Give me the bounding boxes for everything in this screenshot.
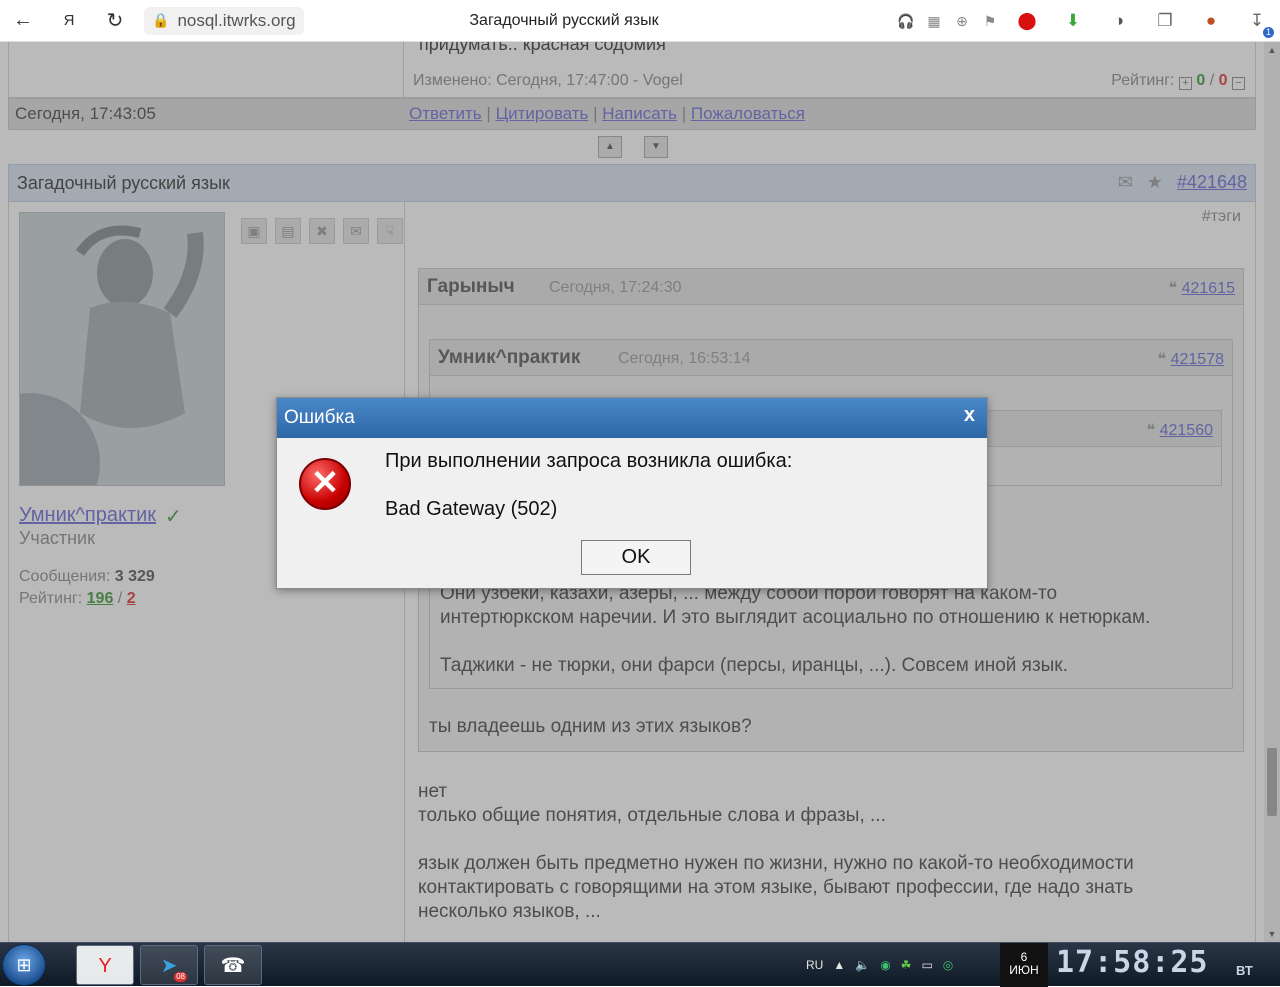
downloads-icon[interactable]: ↧ 1 <box>1234 0 1280 42</box>
zoom-icon[interactable]: ⊕ <box>948 0 976 42</box>
dialog-titlebar: Ошибка x <box>277 398 987 438</box>
security-icon[interactable]: ◉ <box>880 958 890 972</box>
tab-title: Загадочный русский язык <box>469 12 659 29</box>
whatsapp-tray-icon[interactable]: ◎ <box>943 958 953 972</box>
system-tray: RU ▲ 🔈 ◉ ☘ ▭ ◎ <box>806 943 953 987</box>
dialog-title: Ошибка <box>284 407 355 428</box>
url-text: nosql.itwrks.org <box>177 10 296 30</box>
planet-icon[interactable]: ◑ <box>1096 0 1142 42</box>
start-button-icon[interactable]: ⊞ <box>2 944 46 986</box>
tray-expand-icon[interactable]: ▲ <box>833 958 845 972</box>
app-tray-icon[interactable]: ☘ <box>901 958 912 972</box>
telegram-badge: 08 <box>174 972 187 982</box>
whatsapp-task[interactable]: ☎ <box>204 945 262 985</box>
bookmark-icon[interactable]: ⚑ <box>976 0 1004 42</box>
volume-icon[interactable]: 🔈 <box>855 958 870 972</box>
download-extension-icon[interactable]: ⬇ <box>1050 0 1096 42</box>
yandex-browser-task[interactable]: Y <box>76 945 134 985</box>
error-code: Bad Gateway (502) <box>385 498 558 520</box>
back-icon[interactable]: ← <box>0 0 46 42</box>
downloads-badge: 1 <box>1262 27 1274 38</box>
telegram-task[interactable]: ➤ 08 <box>140 945 198 985</box>
taskbar: ⊞ Y ➤ 08 ☎ RU ▲ 🔈 ◉ ☘ ▭ ◎ 6 ИЮН 17:58:25… <box>0 942 1280 987</box>
error-icon: ✕ <box>299 458 351 510</box>
yandex-icon[interactable]: Я <box>46 0 92 42</box>
reload-icon[interactable]: ↻ <box>92 0 138 42</box>
reader-icon[interactable]: ▦ <box>920 0 948 42</box>
profile-icon[interactable]: ● <box>1188 0 1234 42</box>
adblock-icon[interactable]: ⬤ <box>1004 0 1050 42</box>
clock[interactable]: 17:58:25 <box>1056 945 1209 980</box>
weekday: ВТ <box>1236 963 1253 978</box>
calendar-widget[interactable]: 6 ИЮН <box>1000 943 1048 987</box>
network-icon[interactable]: ▭ <box>921 958 932 972</box>
error-message: При выполнении запроса возникла ошибка: <box>385 450 793 472</box>
error-dialog: Ошибка x ✕ При выполнении запроса возник… <box>276 397 988 589</box>
address-bar[interactable]: 🔒 nosql.itwrks.org <box>144 6 304 35</box>
language-indicator[interactable]: RU <box>806 958 823 972</box>
close-icon[interactable]: x <box>964 404 975 427</box>
headphones-icon[interactable]: 🎧 <box>892 0 920 42</box>
lock-icon: 🔒 <box>152 12 170 28</box>
ok-button[interactable]: OK <box>581 540 691 575</box>
collections-icon[interactable]: ❐ <box>1142 0 1188 42</box>
browser-toolbar: ← Я ↻ 🔒 nosql.itwrks.org Загадочный русс… <box>0 0 1280 42</box>
